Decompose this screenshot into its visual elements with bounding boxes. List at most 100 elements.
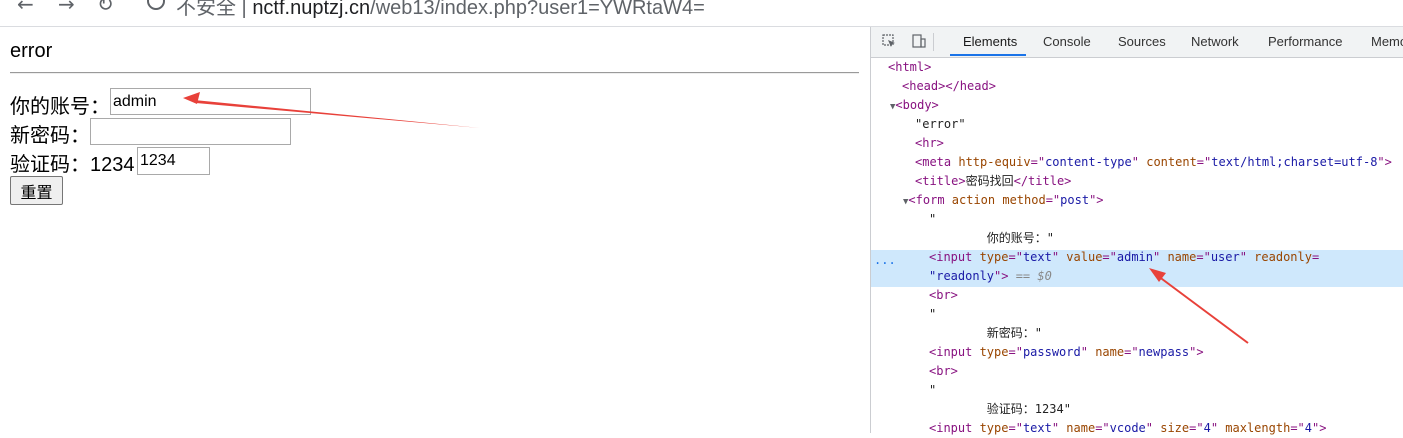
code-token: ">	[1377, 155, 1392, 169]
code-token: text/html;charset=utf-8	[1211, 155, 1378, 169]
code-token: readonly	[1254, 250, 1312, 264]
code-token: ">	[994, 269, 1009, 283]
vcode-label: 验证码：1234	[10, 154, 135, 176]
tab-elements[interactable]: Elements	[963, 34, 1017, 49]
dom-node-br[interactable]: <br>	[929, 286, 958, 305]
site-info-icon[interactable]	[147, 0, 165, 10]
account-input[interactable]	[110, 88, 311, 115]
code-token: 密码找回	[965, 174, 1014, 188]
dom-node-html[interactable]: <html>	[888, 58, 931, 77]
code-token: newpass	[1138, 345, 1190, 359]
code-token: name	[1167, 250, 1197, 264]
device-toolbar-icon[interactable]	[912, 34, 926, 48]
code-token: readonly	[936, 269, 995, 283]
code-token: "	[1153, 250, 1168, 264]
back-arrow-icon[interactable]: ←	[17, 0, 34, 16]
node-actions-dots[interactable]: ...	[874, 253, 896, 267]
newpass-input[interactable]	[90, 118, 291, 145]
page-content: error 你的账号： 新密码： 验证码：1234 重置	[0, 27, 870, 433]
dom-node-title[interactable]: <title>密码找回</title>	[915, 172, 1071, 191]
code-token: ="	[1030, 155, 1046, 169]
newpass-label: 新密码：	[10, 125, 90, 147]
dom-node-body[interactable]: ▼<body>	[890, 96, 939, 115]
error-text: error	[10, 40, 53, 62]
account-label: 你的账号：	[10, 96, 110, 118]
code-token: =	[1311, 250, 1320, 264]
devtools-panel: Elements Console Sources Network Perform…	[870, 27, 1403, 435]
code-token: ="	[1008, 345, 1023, 359]
horizontal-rule	[10, 72, 859, 74]
dom-node-input-vcode[interactable]: <input type="text" name="vcode" size="4"…	[929, 419, 1326, 438]
dom-text-node[interactable]: 新密码："	[929, 324, 1042, 343]
code-token: <hr>	[915, 136, 944, 150]
tab-sources[interactable]: Sources	[1118, 34, 1166, 49]
code-token: text	[1022, 250, 1052, 264]
dom-text-node[interactable]: "	[929, 305, 936, 324]
code-token: ="	[1124, 345, 1139, 359]
code-token: == $0	[1008, 269, 1052, 283]
code-token: <head></head>	[902, 79, 996, 93]
code-token: "	[1239, 250, 1255, 264]
tab-memory[interactable]: Memo	[1371, 34, 1403, 49]
code-token: content	[1146, 155, 1197, 169]
code-token: http-equiv	[958, 155, 1031, 169]
dom-node-form[interactable]: ▼<form action method="post">	[903, 191, 1104, 210]
dom-node-input-newpass[interactable]: <input type="password" name="newpass">	[929, 343, 1204, 362]
code-token: name	[1095, 345, 1125, 359]
code-token: <meta	[915, 155, 959, 169]
address-bar[interactable]: 不安全 | nctf.nuptzj.cn/web13/index.php?use…	[176, 0, 705, 20]
tab-network[interactable]: Network	[1191, 34, 1239, 49]
code-token: <form	[908, 193, 952, 207]
toolbar-separator	[933, 33, 934, 51]
forward-arrow-icon[interactable]: →	[58, 0, 75, 16]
code-token: action method	[951, 193, 1046, 207]
dom-text-node[interactable]: 你的账号："	[929, 229, 1054, 248]
code-token: 新密码："	[929, 326, 1043, 340]
code-token: "	[929, 307, 937, 321]
dom-node-input-user[interactable]: <input type="text" value="admin" name="u…	[929, 248, 1319, 267]
vcode-input[interactable]	[137, 147, 210, 175]
code-token: "	[1131, 155, 1147, 169]
code-token: 你的账号："	[929, 231, 1055, 245]
code-token: <br>	[929, 288, 958, 302]
code-token: ">	[1089, 193, 1104, 207]
code-token: password	[1022, 345, 1081, 359]
code-token: <br>	[929, 364, 958, 378]
dom-node-head[interactable]: <head></head>	[902, 77, 996, 96]
url-host: nctf.nuptzj.cn	[252, 0, 371, 19]
code-token: 验证码：1234"	[929, 402, 1071, 416]
code-token: ="	[1008, 250, 1023, 264]
dom-text-node[interactable]: "	[929, 381, 936, 400]
tab-console[interactable]: Console	[1043, 34, 1091, 49]
active-tab-indicator	[950, 54, 1026, 56]
dom-node-br[interactable]: <br>	[929, 362, 958, 381]
code-token: "	[1080, 345, 1096, 359]
code-token: type	[979, 345, 1009, 359]
code-token: type	[979, 250, 1009, 264]
code-token: value	[1066, 250, 1103, 264]
dom-node-input-user-cont[interactable]: "readonly"> == $0	[929, 267, 1052, 286]
dom-text-node[interactable]: 验证码：1234"	[929, 400, 1071, 419]
dom-text-node[interactable]: "error"	[915, 115, 966, 134]
tab-performance[interactable]: Performance	[1268, 34, 1342, 49]
reset-button[interactable]: 重置	[10, 176, 63, 205]
code-token: "	[929, 212, 937, 226]
code-token: <input	[929, 345, 980, 359]
code-token: admin	[1116, 250, 1153, 264]
code-token: <input	[929, 250, 980, 264]
dom-node-hr[interactable]: <hr>	[915, 134, 944, 153]
security-label: 不安全 |	[176, 0, 253, 19]
code-token: <title>	[915, 174, 966, 188]
dom-node-meta[interactable]: <meta http-equiv="content-type" content=…	[915, 153, 1392, 172]
code-token: ="	[1196, 250, 1211, 264]
code-token: ="	[1102, 250, 1117, 264]
dom-text-node[interactable]: "	[929, 210, 936, 229]
reload-icon[interactable]: ↻	[97, 0, 114, 16]
code-token: <html>	[888, 60, 932, 74]
url-path: /web13/index.php?user1=YWRtaW4=	[370, 0, 705, 19]
code-token: "	[1051, 250, 1067, 264]
devtools-toolbar: Elements Console Sources Network Perform…	[871, 27, 1403, 58]
inspect-element-icon[interactable]	[882, 34, 896, 48]
code-token: ="	[1045, 193, 1061, 207]
code-token: </title>	[1013, 174, 1072, 188]
